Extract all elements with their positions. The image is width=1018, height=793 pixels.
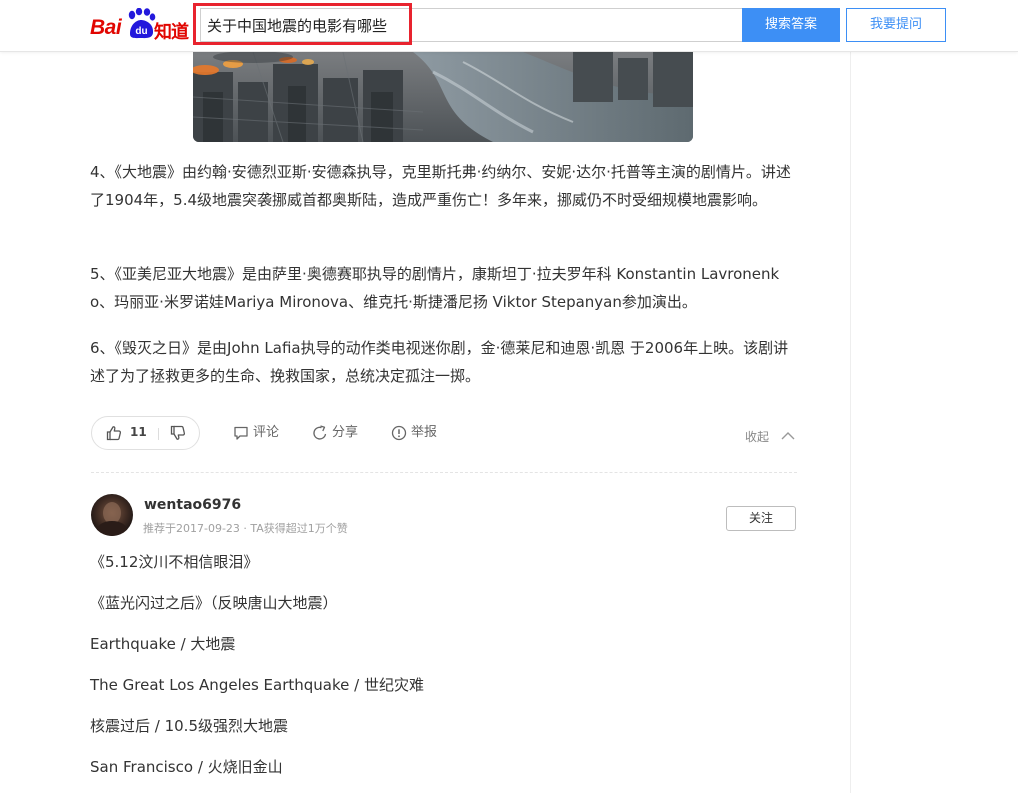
share-label: 分享	[332, 425, 359, 440]
logo-zhidao-text: 知道	[154, 22, 189, 43]
collapse-answer-button[interactable]: 收起	[745, 428, 801, 446]
answer-divider	[91, 472, 797, 473]
top-header: Bai du 知道 搜索答案 我要提问	[0, 0, 1018, 52]
answer-paragraph-4: 4、《大地震》由约翰·安德烈亚斯·安德森执导，克里斯托弗·约纳尔、安妮·达尔·托…	[90, 163, 791, 209]
movie-list-item: 《5.12汶川不相信眼泪》	[90, 553, 259, 571]
comment-label: 评论	[253, 425, 280, 440]
answer-paragraph-6: 6、《毁灭之日》是由John Lafia执导的动作类电视迷你剧，金·德莱尼和迪恩…	[90, 339, 789, 385]
logo-bai-text: Bai	[90, 16, 122, 39]
comment-icon	[234, 426, 248, 440]
share-button[interactable]: 分享	[312, 424, 364, 444]
collapse-label: 收起	[745, 430, 770, 444]
report-button[interactable]: 举报	[391, 424, 443, 444]
answerer-username[interactable]: wentao6976	[144, 497, 241, 513]
report-icon	[391, 425, 407, 441]
search-box	[200, 8, 742, 42]
chevron-up-icon	[781, 432, 795, 440]
vote-pill: 11	[91, 416, 200, 450]
comment-button[interactable]: 评论	[233, 424, 291, 444]
vote-separator	[158, 428, 159, 440]
follow-button[interactable]: 关注	[726, 506, 796, 531]
thumbs-up-icon[interactable]	[106, 425, 122, 441]
movie-list-item: San Francisco / 火烧旧金山	[90, 758, 283, 776]
movie-still-image	[193, 52, 693, 142]
movie-list-item: Earthquake / 大地震	[90, 635, 236, 653]
ask-question-button[interactable]: 我要提问	[846, 8, 946, 42]
baidu-zhidao-logo[interactable]: Bai du 知道	[90, 6, 194, 43]
share-icon	[313, 425, 327, 440]
logo-du-text: du	[135, 26, 147, 37]
answer-paragraph-5: 5、《亚美尼亚大地震》是由萨里·奥德赛耶执导的剧情片，康斯坦丁·拉夫罗年科 Ko…	[90, 265, 780, 311]
like-count: 11	[130, 425, 147, 439]
search-answer-button[interactable]: 搜索答案	[742, 8, 840, 42]
movie-list-item: 《蓝光闪过之后》（反映唐山大地震）	[90, 594, 338, 612]
baidu-paw-icon: du	[128, 8, 156, 39]
report-label: 举报	[411, 425, 438, 440]
movie-list-item: The Great Los Angeles Earthquake / 世纪灾难	[90, 676, 424, 694]
search-input[interactable]	[207, 12, 727, 38]
user-avatar[interactable]	[91, 494, 133, 536]
sidebar-divider	[850, 52, 851, 793]
answer-meta: 推荐于2017-09-23 · TA获得超过1万个赞	[143, 522, 348, 535]
thumbs-down-icon[interactable]	[170, 425, 186, 441]
movie-list-item: 核震过后 / 10.5级强烈大地震	[90, 717, 288, 735]
